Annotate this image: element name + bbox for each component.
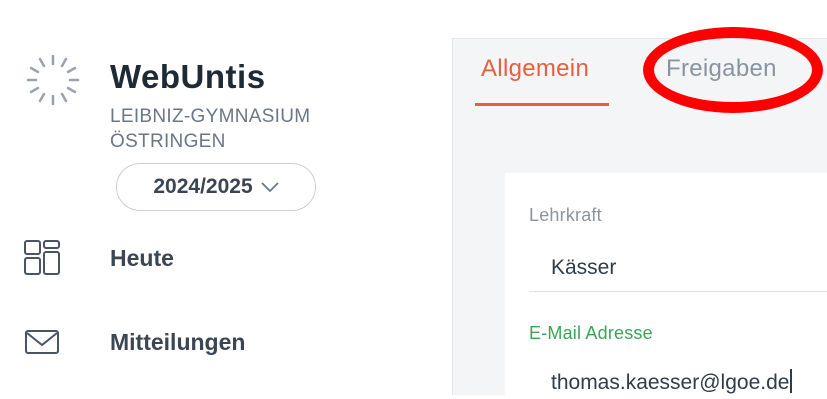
school-name-line1: LEIBNIZ-GYMNASIUM xyxy=(110,106,311,127)
email-label: E-Mail Adresse xyxy=(529,323,653,343)
highlight-circle-annotation xyxy=(643,27,823,113)
email-value: thomas.kaesser@lgoe.de xyxy=(551,371,790,394)
sidebar-item-heute[interactable]: Heute xyxy=(20,236,174,280)
school-name: LEIBNIZ-GYMNASIUM ÖSTRINGEN xyxy=(110,104,310,154)
sidebar: WebUntis LEIBNIZ-GYMNASIUM ÖSTRINGEN 202… xyxy=(0,0,440,394)
sidebar-item-label: Heute xyxy=(110,244,174,271)
school-name-line2: ÖSTRINGEN xyxy=(110,131,226,152)
sidebar-item-label: Mitteilungen xyxy=(110,328,246,355)
main-panel: Allgemein Freigaben Lehrkraft Kässer E-M… xyxy=(452,27,827,395)
envelope-icon xyxy=(20,320,64,364)
tab-bar: Allgemein Freigaben xyxy=(453,27,827,113)
teacher-label: Lehrkraft xyxy=(529,205,602,225)
chevron-down-icon xyxy=(261,182,279,193)
sidebar-item-mitteilungen[interactable]: Mitteilungen xyxy=(20,320,245,364)
profile-form-card: Lehrkraft Kässer E-Mail Adresse thomas.k… xyxy=(505,173,827,395)
teacher-value: Kässer xyxy=(551,256,617,279)
app-name: WebUntis xyxy=(110,58,266,95)
school-year-label: 2024/2025 xyxy=(153,175,253,198)
dashboard-grid-icon xyxy=(20,236,64,280)
active-tab-indicator xyxy=(475,103,609,106)
email-field[interactable]: thomas.kaesser@lgoe.de xyxy=(551,369,827,399)
webuntis-logo-icon xyxy=(18,48,88,108)
school-year-selector[interactable]: 2024/2025 xyxy=(116,163,316,211)
text-cursor xyxy=(790,369,792,393)
field-divider xyxy=(529,291,827,292)
tab-allgemein[interactable]: Allgemein xyxy=(481,55,589,83)
